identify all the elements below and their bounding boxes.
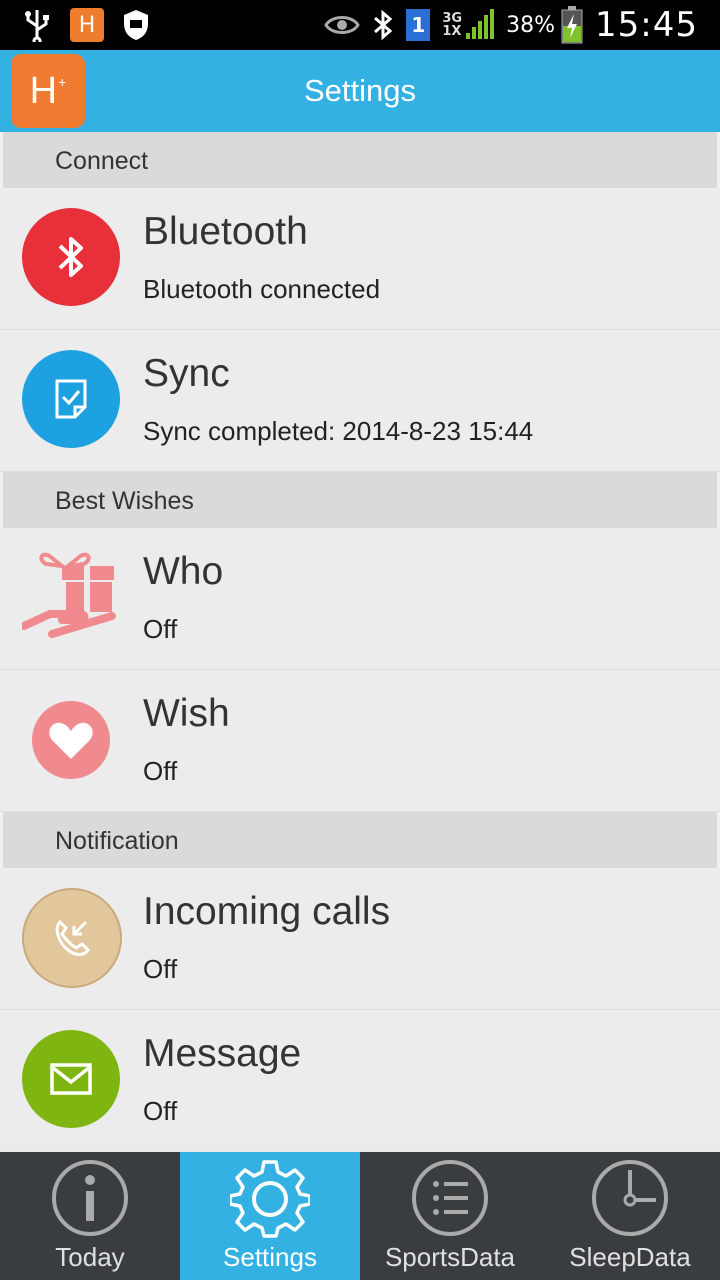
tab-label: SportsData xyxy=(384,1242,516,1272)
list-icon xyxy=(412,1160,488,1236)
status-bar: H 1 3G 1X 38% 15:45 xyxy=(0,0,720,50)
tab-label: Settings xyxy=(223,1242,317,1272)
tab-settings[interactable]: Settings xyxy=(180,1152,360,1280)
setting-title: Bluetooth xyxy=(143,210,308,253)
section-header-connect: Connect xyxy=(0,132,720,188)
setting-title: Incoming calls xyxy=(143,890,391,933)
setting-status: Off xyxy=(143,1096,178,1126)
bluetooth-status-icon xyxy=(374,9,393,41)
tab-sleepdata[interactable]: SleepData xyxy=(540,1152,720,1280)
tab-today[interactable]: Today xyxy=(0,1152,180,1280)
setting-sync[interactable]: Sync Sync completed: 2014-8-23 15:44 xyxy=(0,330,720,472)
setting-status: Off xyxy=(143,954,178,984)
setting-title: Who xyxy=(143,550,224,593)
heart-icon xyxy=(32,701,110,779)
eye-icon xyxy=(324,16,361,34)
tab-label: Today xyxy=(55,1242,125,1272)
section-header-notification: Notification xyxy=(0,812,720,868)
gift-hand-icon xyxy=(20,548,122,648)
signal-icon xyxy=(466,9,495,39)
app-bar: Settings H + xyxy=(0,50,720,132)
app-logo[interactable]: H + xyxy=(11,54,85,128)
tab-label: SleepData xyxy=(569,1242,691,1272)
setting-incoming-calls[interactable]: Incoming calls Off xyxy=(0,868,720,1010)
setting-wish[interactable]: Wish Off xyxy=(0,670,720,812)
network-type: 3G 1X xyxy=(442,11,463,39)
setting-message[interactable]: Message Off xyxy=(0,1010,720,1151)
settings-list: Connect Bluetooth Bluetooth connected Sy… xyxy=(0,132,720,1151)
app-notification-icon: H xyxy=(70,8,104,42)
sim-icon: 1 xyxy=(406,9,431,41)
page-title: Settings xyxy=(303,73,416,108)
usb-icon xyxy=(25,10,49,42)
sync-icon xyxy=(22,350,120,448)
incoming-call-icon xyxy=(22,888,122,988)
bluetooth-icon xyxy=(22,208,120,306)
setting-title: Message xyxy=(143,1032,302,1075)
clock-icon xyxy=(592,1160,668,1236)
setting-status: Sync completed: 2014-8-23 15:44 xyxy=(143,416,534,446)
shield-icon xyxy=(124,10,148,40)
setting-title: Wish xyxy=(143,692,230,735)
battery-charging-icon xyxy=(561,6,583,44)
setting-status: Off xyxy=(143,614,178,644)
gear-icon xyxy=(230,1160,310,1238)
setting-status: Bluetooth connected xyxy=(143,274,381,304)
section-header-best-wishes: Best Wishes xyxy=(0,472,720,528)
setting-who[interactable]: Who Off xyxy=(0,528,720,670)
setting-status: Off xyxy=(143,756,178,786)
info-icon xyxy=(52,1160,128,1236)
setting-bluetooth[interactable]: Bluetooth Bluetooth connected xyxy=(0,188,720,330)
battery-percent: 38% xyxy=(506,12,556,38)
envelope-icon xyxy=(22,1030,120,1128)
setting-title: Sync xyxy=(143,352,230,395)
clock-time: 15:45 xyxy=(595,5,698,45)
tab-sportsdata[interactable]: SportsData xyxy=(360,1152,540,1280)
bottom-tab-bar: Today Settings SportsData SleepData xyxy=(0,1152,720,1280)
